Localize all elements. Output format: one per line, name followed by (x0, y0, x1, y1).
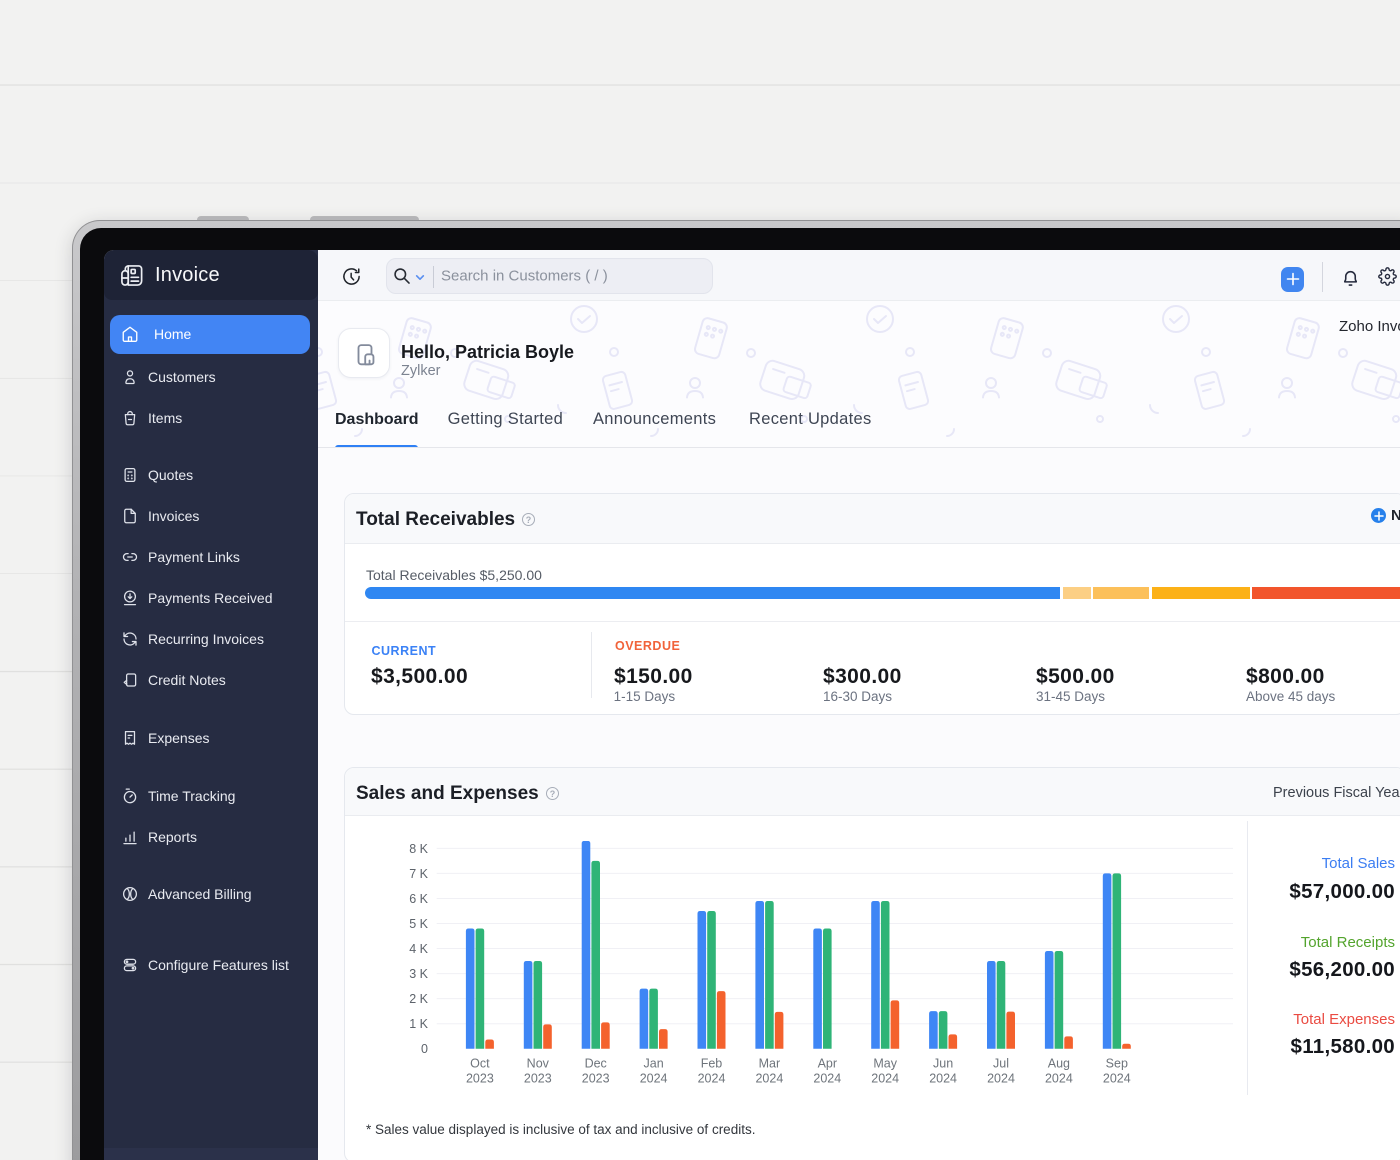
svg-text:1 K: 1 K (409, 1017, 428, 1031)
svg-text:7 K: 7 K (409, 867, 428, 881)
svg-text:Dec: Dec (585, 1057, 607, 1071)
svg-text:5 K: 5 K (409, 917, 428, 931)
svg-text:2024: 2024 (1103, 1072, 1131, 1086)
svg-text:Apr: Apr (818, 1057, 837, 1071)
svg-text:Jan: Jan (644, 1057, 664, 1071)
svg-text:2024: 2024 (813, 1072, 841, 1086)
svg-text:Feb: Feb (701, 1057, 723, 1071)
svg-text:May: May (873, 1057, 897, 1071)
svg-text:2024: 2024 (755, 1072, 783, 1086)
svg-text:2024: 2024 (1045, 1072, 1073, 1086)
svg-text:0: 0 (421, 1042, 428, 1056)
svg-text:Jun: Jun (933, 1057, 953, 1071)
svg-text:2023: 2023 (524, 1072, 552, 1086)
svg-text:2024: 2024 (698, 1072, 726, 1086)
svg-text:3 K: 3 K (409, 967, 428, 981)
svg-text:2023: 2023 (466, 1072, 494, 1086)
svg-text:Mar: Mar (759, 1057, 781, 1071)
svg-text:Jul: Jul (993, 1057, 1009, 1071)
svg-text:2024: 2024 (871, 1072, 899, 1086)
svg-text:2023: 2023 (582, 1072, 610, 1086)
svg-text:2024: 2024 (640, 1072, 668, 1086)
svg-text:Sep: Sep (1106, 1057, 1128, 1071)
svg-text:4 K: 4 K (409, 942, 428, 956)
svg-text:6 K: 6 K (409, 892, 428, 906)
svg-text:Oct: Oct (470, 1057, 490, 1071)
svg-text:8 K: 8 K (409, 842, 428, 856)
svg-text:2024: 2024 (987, 1072, 1015, 1086)
svg-text:2 K: 2 K (409, 992, 428, 1006)
svg-text:Nov: Nov (527, 1057, 550, 1071)
svg-text:Aug: Aug (1048, 1057, 1070, 1071)
svg-text:2024: 2024 (929, 1072, 957, 1086)
